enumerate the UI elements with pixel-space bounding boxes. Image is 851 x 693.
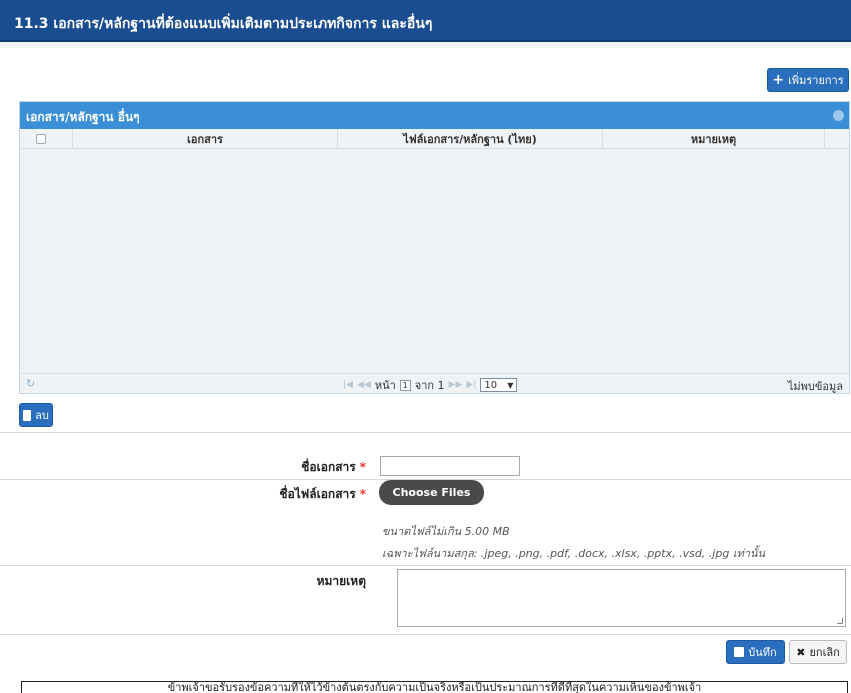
note-textarea[interactable]	[397, 569, 846, 627]
divider	[0, 432, 851, 433]
column-header-document[interactable]: เอกสาร	[73, 129, 338, 148]
prev-page-icon[interactable]: ◀◀	[357, 380, 371, 390]
doc-name-input[interactable]	[380, 456, 520, 476]
last-page-icon[interactable]: ▶|	[466, 380, 476, 390]
add-item-label: เพิ่มรายการ	[788, 74, 844, 87]
resize-handle[interactable]	[837, 618, 843, 624]
choose-files-button[interactable]: Choose Files	[379, 480, 484, 505]
page-of-label: จาก 1	[414, 379, 445, 392]
section-title: 11.3 เอกสาร/หลักฐานที่ต้องแนบเพิ่มเติมตา…	[14, 16, 433, 32]
cancel-button[interactable]: ✖ ยกเลิก	[789, 640, 847, 664]
doc-name-label: ชื่อเอกสาร *	[200, 458, 366, 477]
column-header-file[interactable]: ไฟล์เอกสาร/หลักฐาน (ไทย)	[338, 129, 603, 148]
save-button[interactable]: บันทึก	[726, 640, 785, 664]
x-icon: ✖	[796, 645, 806, 659]
pager-controls: |◀ ◀◀ หน้า 1 จาก 1 ▶▶ ▶| 10 ▼	[343, 376, 518, 394]
grid-body	[20, 149, 849, 373]
next-page-icon[interactable]: ▶▶	[449, 380, 463, 390]
certification-box: ข้าพเจ้าขอรับรองข้อความที่ให้ไว้ข้างต้นต…	[21, 681, 848, 693]
page-number-input[interactable]: 1	[399, 379, 411, 391]
documents-grid: เอกสาร/หลักฐาน อื่นๆ เอกสาร ไฟล์เอกสาร/ห…	[19, 101, 850, 394]
section-header: 11.3 เอกสาร/หลักฐานที่ต้องแนบเพิ่มเติมตา…	[0, 0, 851, 42]
empty-records-text: ไม่พบข้อมูล	[787, 380, 843, 393]
file-name-label: ชื่อไฟล์เอกสาร *	[200, 485, 366, 504]
page-size-select[interactable]: 10 ▼	[480, 378, 518, 392]
page-label: หน้า	[374, 379, 396, 392]
grid-title: เอกสาร/หลักฐาน อื่นๆ	[26, 110, 140, 124]
delete-label: ลบ	[35, 409, 49, 422]
column-header-note[interactable]: หมายเหตุ	[603, 129, 825, 148]
file-size-hint: ขนาดไฟล์ไม่เกิน 5.00 MB	[382, 525, 510, 538]
divider	[0, 565, 851, 566]
note-label: หมายเหตุ	[316, 574, 366, 588]
select-all-cell	[20, 129, 73, 148]
add-item-button[interactable]: + เพิ่มรายการ	[767, 68, 849, 92]
file-type-hint: เฉพาะไฟล์นามสกุล: .jpeg, .png, .pdf, .do…	[382, 547, 766, 560]
grid-header-row: เอกสาร ไฟล์เอกสาร/หลักฐาน (ไทย) หมายเหตุ	[20, 129, 849, 149]
page-size-value: 10	[484, 379, 498, 391]
select-all-checkbox[interactable]	[36, 133, 46, 144]
trash-icon	[23, 409, 32, 421]
doc-name-label-text: ชื่อเอกสาร	[301, 460, 356, 474]
delete-button[interactable]: ลบ	[19, 403, 53, 427]
grid-title-bar: เอกสาร/หลักฐาน อื่นๆ	[20, 102, 849, 129]
grid-pager: ↻ |◀ ◀◀ หน้า 1 จาก 1 ▶▶ ▶| 10 ▼ ไม่พบข้อ…	[20, 373, 849, 393]
floppy-icon	[734, 647, 745, 657]
required-marker: *	[359, 487, 366, 501]
first-page-icon[interactable]: |◀	[343, 380, 353, 390]
header-underline	[0, 42, 851, 48]
file-name-label-text: ชื่อไฟล์เอกสาร	[279, 487, 356, 501]
refresh-icon[interactable]: ↻	[26, 377, 35, 390]
required-marker: *	[359, 460, 366, 474]
save-label: บันทึก	[748, 646, 777, 659]
certification-text: ข้าพเจ้าขอรับรองข้อความที่ให้ไว้ข้างต้นต…	[167, 681, 702, 693]
plus-icon: +	[772, 72, 785, 88]
collapse-icon[interactable]	[833, 110, 844, 121]
chevron-down-icon: ▼	[507, 380, 514, 390]
cancel-label: ยกเลิก	[809, 646, 840, 659]
divider	[0, 634, 851, 635]
page-root: 11.3 เอกสาร/หลักฐานที่ต้องแนบเพิ่มเติมตา…	[0, 0, 851, 693]
